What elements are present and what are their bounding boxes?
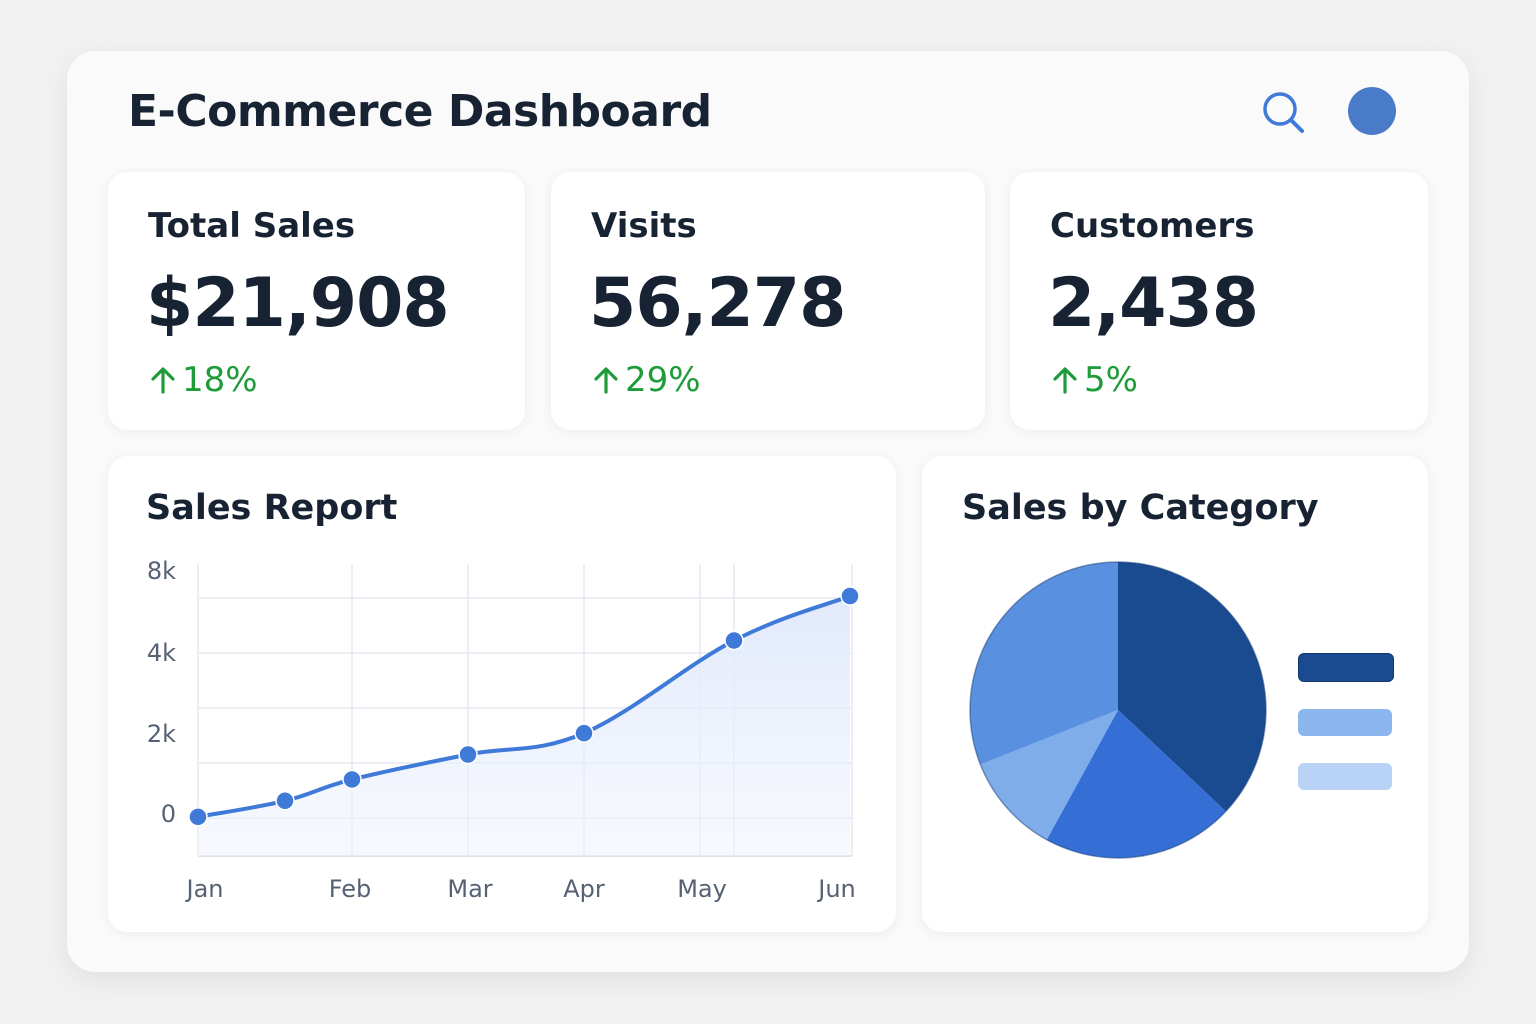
- stat-label: Customers: [1050, 206, 1255, 246]
- sales-line-chart: 8k 4k 2k 0 Jan Feb Mar Apr May Jun: [147, 557, 860, 903]
- stat-change-value: 5%: [1084, 360, 1138, 400]
- page-title: E-Commerce Dashboard: [128, 86, 712, 137]
- sales-area-fill: [198, 596, 850, 856]
- x-tick-label: Jan: [185, 875, 224, 903]
- stat-value: 2,438: [1048, 264, 1259, 343]
- arrow-up-icon: [151, 367, 175, 394]
- arrow-up-icon: [1053, 367, 1077, 394]
- stat-card-customers: Customers 2,438 5%: [1010, 172, 1428, 430]
- sales-report-panel: Sales Report 8k 4k 2k 0 Jan Feb Mar Apr May Jun: [108, 456, 896, 932]
- stat-card-total-sales: Total Sales $21,908 18%: [108, 172, 525, 430]
- y-tick-label: 4k: [147, 639, 176, 667]
- stat-label: Visits: [591, 206, 697, 246]
- stat-change: 5%: [1050, 360, 1138, 400]
- category-pie-chart: [969, 561, 1267, 859]
- x-tick-label: May: [677, 875, 727, 903]
- stat-change-value: 29%: [625, 360, 701, 400]
- arrow-up-icon: [594, 367, 618, 394]
- sales-by-category-panel: Sales by Category: [922, 456, 1428, 932]
- avatar[interactable]: [1348, 87, 1396, 135]
- stat-value: 56,278: [589, 264, 846, 343]
- data-point: [342, 769, 362, 790]
- stat-change: 29%: [591, 360, 701, 400]
- x-tick-label: Jun: [816, 875, 856, 903]
- data-point: [275, 791, 295, 811]
- data-point: [840, 586, 860, 606]
- stat-change: 18%: [148, 360, 258, 400]
- x-tick-label: Mar: [447, 875, 492, 903]
- x-tick-label: Feb: [329, 875, 372, 903]
- stat-card-visits: Visits 56,278 29%: [551, 172, 985, 430]
- legend-swatch: [1298, 763, 1392, 790]
- y-tick-label: 0: [161, 800, 176, 828]
- stat-value: $21,908: [146, 264, 450, 343]
- y-tick-label: 8k: [147, 557, 176, 585]
- search-button[interactable]: [1258, 88, 1308, 138]
- data-point: [458, 744, 478, 765]
- data-point: [188, 807, 208, 827]
- data-point: [724, 630, 744, 651]
- search-icon: [1263, 92, 1304, 133]
- y-tick-label: 2k: [147, 720, 176, 748]
- legend-swatch: [1298, 653, 1394, 682]
- data-point: [574, 723, 594, 743]
- stat-change-value: 18%: [182, 360, 258, 400]
- x-tick-label: Apr: [563, 875, 605, 903]
- stat-label: Total Sales: [148, 206, 356, 246]
- legend-swatch: [1298, 709, 1392, 736]
